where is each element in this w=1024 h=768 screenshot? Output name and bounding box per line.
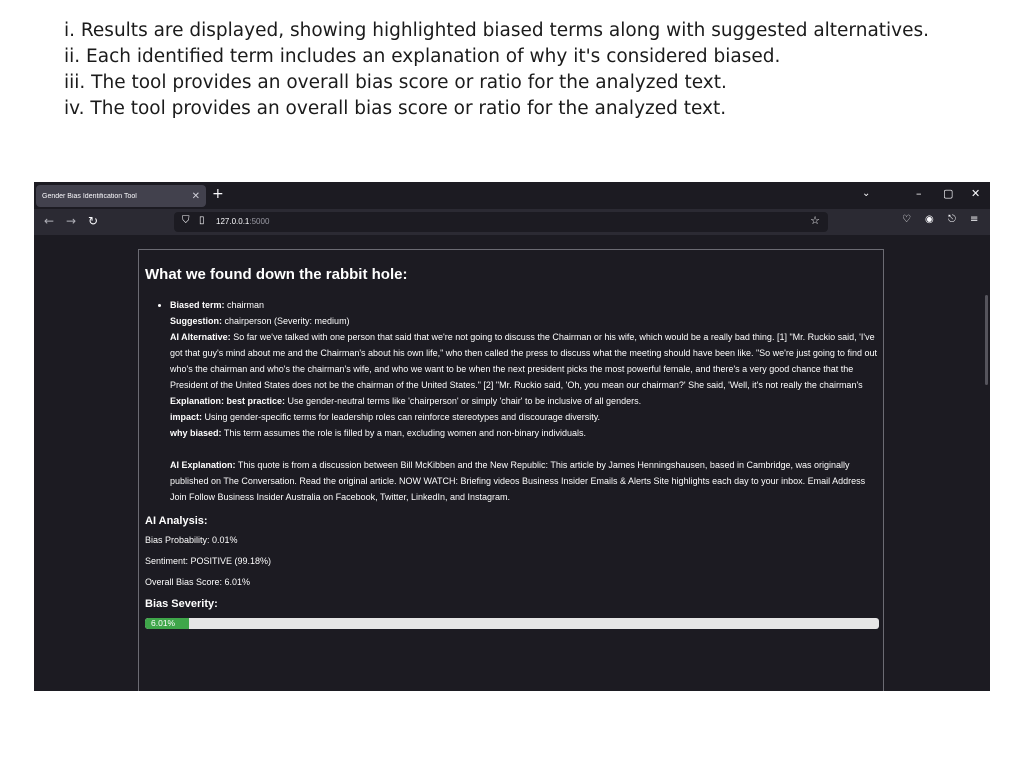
overall-bias-score: Overall Bias Score: 6.01%	[145, 577, 251, 587]
caption-line-2: ii. Each identified term includes an exp…	[64, 46, 781, 67]
results-heading: What we found down the rabbit hole:	[145, 266, 408, 283]
suggestion-label: Suggestion:	[170, 316, 222, 326]
suggestion-value: chairperson (Severity: medium)	[224, 316, 350, 326]
ai-alternative-row: AI Alternative: So far we've talked with…	[170, 329, 877, 393]
why-biased-label: why biased:	[170, 428, 222, 438]
biased-terms-list: Biased term: chairman Suggestion: chairp…	[145, 297, 877, 505]
page-icon[interactable]: ▯	[199, 215, 205, 226]
suggestion-row: Suggestion: chairperson (Severity: mediu…	[170, 313, 877, 329]
chevron-down-icon[interactable]: ⌄	[862, 188, 870, 199]
why-biased-row: why biased: This term assumes the role i…	[170, 425, 877, 441]
explanation-label: Explanation: best practice:	[170, 396, 286, 406]
pocket-icon[interactable]: ♡	[902, 214, 911, 225]
minimize-icon[interactable]: –	[916, 187, 922, 200]
caption-line-1: i. Results are displayed, showing highli…	[64, 20, 930, 41]
biased-term-label: Biased term:	[170, 300, 225, 310]
url-bar[interactable]: ⛉ ▯ 127.0.0.1:5000 ☆	[174, 212, 828, 232]
url-text[interactable]: 127.0.0.1:5000	[216, 217, 269, 226]
explanation-row: Explanation: best practice: Use gender-n…	[170, 393, 877, 409]
biased-term-row: Biased term: chairman	[170, 297, 877, 313]
account-icon[interactable]: ◉	[925, 214, 934, 225]
impact-row: impact: Using gender-specific terms for …	[170, 409, 877, 425]
ai-explanation-label: AI Explanation:	[170, 460, 236, 470]
page-viewport: What we found down the rabbit hole: Bias…	[34, 235, 990, 691]
close-tab-icon[interactable]: ✕	[192, 191, 200, 202]
back-icon[interactable]: ←	[44, 214, 54, 228]
new-tab-icon[interactable]: +	[212, 186, 224, 202]
forward-icon[interactable]: →	[66, 214, 76, 228]
why-biased-text: This term assumes the role is filled by …	[223, 428, 587, 438]
impact-label: impact:	[170, 412, 203, 422]
list-item: Biased term: chairman Suggestion: chairp…	[170, 297, 877, 505]
tab-title: Gender Bias Identification Tool	[42, 192, 137, 200]
browser-tab[interactable]: Gender Bias Identification Tool ✕	[36, 185, 206, 207]
caption-line-3: iii. The tool provides an overall bias s…	[64, 72, 727, 93]
biased-term-value: chairman	[227, 300, 265, 310]
bookmark-star-icon[interactable]: ☆	[810, 214, 820, 227]
menu-icon[interactable]: ≡	[970, 214, 978, 225]
ai-explanation-row: AI Explanation: This quote is from a dis…	[170, 457, 877, 505]
scrollbar[interactable]	[985, 295, 988, 385]
extensions-icon[interactable]: ⎋	[948, 214, 956, 225]
caption-line-4: iv. The tool provides an overall bias sc…	[64, 98, 727, 119]
ai-alternative-label: AI Alternative:	[170, 332, 231, 342]
tab-bar: Gender Bias Identification Tool ✕ + ⌄ – …	[34, 182, 990, 209]
sentiment: Sentiment: POSITIVE (99.18%)	[145, 556, 272, 566]
bias-severity-bar: 6.01%	[145, 618, 879, 629]
explanation-text: Use gender-neutral terms like 'chairpers…	[287, 396, 642, 406]
bias-severity-fill: 6.01%	[145, 618, 190, 629]
url-port: :5000	[249, 217, 270, 226]
bias-severity-heading: Bias Severity:	[145, 598, 218, 610]
results-panel: What we found down the rabbit hole: Bias…	[138, 249, 884, 691]
ai-analysis-heading: AI Analysis:	[145, 515, 208, 527]
impact-text: Using gender-specific terms for leadersh…	[204, 412, 601, 422]
navigation-bar: ← → ↻ ⛉ ▯ 127.0.0.1:5000 ☆ ♡ ◉ ⎋ ≡	[34, 209, 990, 235]
url-host: 127.0.0.1	[216, 217, 250, 226]
bias-probability: Bias Probability: 0.01%	[145, 535, 238, 545]
slide-caption: i. Results are displayed, showing highli…	[64, 18, 1004, 122]
close-window-icon[interactable]: ✕	[971, 187, 980, 200]
restore-icon[interactable]: ▢	[943, 187, 953, 200]
browser-window: Gender Bias Identification Tool ✕ + ⌄ – …	[34, 182, 990, 691]
reload-icon[interactable]: ↻	[88, 214, 98, 228]
ai-alternative-text: So far we've talked with one person that…	[170, 332, 877, 390]
ai-explanation-text: This quote is from a discussion between …	[170, 460, 866, 502]
shield-icon[interactable]: ⛉	[182, 215, 190, 226]
